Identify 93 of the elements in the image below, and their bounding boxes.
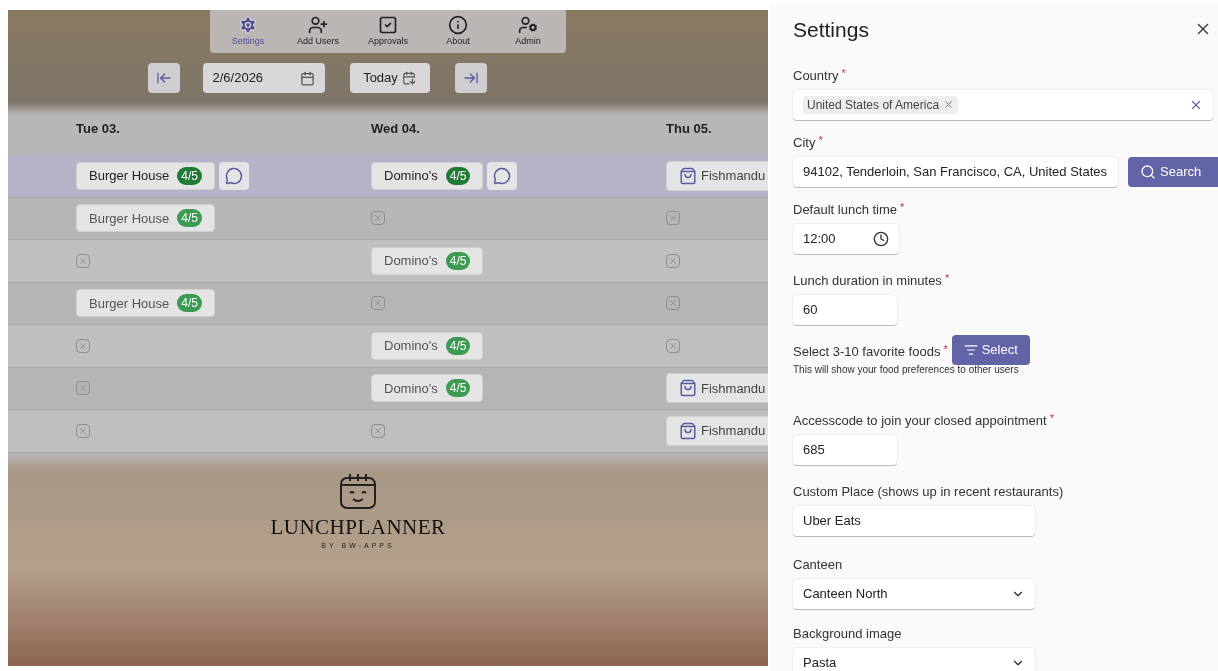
- hint-text: This will show your food preferences to other users: [793, 362, 1020, 377]
- schedule-row[interactable]: Fishmandu: [8, 410, 768, 453]
- required-asterisk: *: [900, 199, 905, 214]
- logo-wordmark: LUNCHPLANNER: [270, 516, 446, 538]
- empty-slot-icon[interactable]: [76, 423, 90, 438]
- city-field[interactable]: 94102, Tenderloin, San Francisco, CA, United States: [793, 156, 1118, 187]
- restaurant-chip[interactable]: Burger House 4/5: [76, 289, 215, 318]
- empty-slot-icon[interactable]: [371, 296, 385, 311]
- day-header: Tue 03.: [76, 120, 121, 139]
- country-tag[interactable]: United States of America: [803, 95, 959, 114]
- required-asterisk: *: [818, 132, 823, 147]
- nav-tab[interactable]: Approvals: [358, 10, 418, 53]
- participant-count: 4/5: [445, 336, 471, 355]
- restaurant-chip[interactable]: Burger House 4/5: [76, 204, 215, 233]
- search-icon: [1140, 163, 1156, 180]
- restaurant-chip[interactable]: Fishmandu: [666, 160, 768, 191]
- field-label: Custom Place (shows up in recent restaurants): [793, 482, 1064, 501]
- empty-slot-icon[interactable]: [371, 423, 385, 438]
- comment-button[interactable]: [218, 161, 249, 190]
- field-label: City: [793, 133, 816, 152]
- skip-forward-icon: [462, 70, 479, 86]
- country-field[interactable]: United States of America: [793, 89, 1213, 120]
- schedule-row[interactable]: Burger House 4/5 Domino's 4/5 Fishmandu: [8, 155, 768, 198]
- calendar-icon: [299, 70, 315, 86]
- dropdown[interactable]: Canteen North: [793, 578, 1035, 609]
- gear-icon: [238, 14, 258, 35]
- required-asterisk: *: [841, 65, 846, 80]
- field-label: Background image: [793, 624, 902, 643]
- participant-count: 4/5: [445, 379, 471, 398]
- chat-icon: [493, 166, 512, 185]
- chat-icon: [224, 166, 243, 185]
- clock-icon: [873, 230, 889, 247]
- field-label: Default lunch time: [793, 200, 898, 219]
- text-field[interactable]: Uber Eats: [793, 505, 1035, 536]
- panel-title: Settings: [793, 17, 869, 43]
- schedule-row[interactable]: Domino's 4/5: [8, 240, 768, 283]
- nav-tab[interactable]: Add Users: [288, 10, 348, 53]
- field-label: Accesscode to join your closed appointment: [793, 411, 1047, 430]
- field-label: Lunch duration in minutes: [793, 271, 942, 290]
- time-field[interactable]: 12:00: [793, 223, 899, 254]
- dropdown[interactable]: Pasta: [793, 647, 1035, 671]
- text-field[interactable]: 685: [793, 434, 897, 465]
- date-field[interactable]: 2/6/2026: [202, 63, 325, 93]
- restaurant-chip[interactable]: Fishmandu: [666, 373, 768, 404]
- nav-tab[interactable]: Settings: [218, 10, 278, 53]
- user-plus-icon: [308, 14, 328, 35]
- schedule-row[interactable]: Domino's 4/5: [8, 325, 768, 368]
- select-button[interactable]: Select: [951, 334, 1030, 365]
- nav-tab[interactable]: Admin: [498, 10, 558, 53]
- restaurant-chip[interactable]: Domino's 4/5: [371, 161, 484, 190]
- text-field[interactable]: 60: [793, 294, 897, 325]
- bag-icon: [679, 166, 697, 185]
- day-header: Thu 05.: [666, 120, 713, 139]
- empty-slot-icon[interactable]: [76, 338, 90, 353]
- empty-slot-icon[interactable]: [666, 211, 680, 226]
- previous-button[interactable]: [147, 63, 180, 93]
- restaurant-chip[interactable]: Domino's 4/5: [371, 331, 484, 360]
- empty-slot-icon[interactable]: [371, 211, 385, 226]
- field-label: Select 3-10 favorite foods: [793, 342, 941, 361]
- comment-button[interactable]: [487, 161, 518, 190]
- required-asterisk: *: [1049, 410, 1054, 425]
- user-gear-icon: [518, 14, 538, 35]
- info-icon: [448, 14, 468, 35]
- checked-box-icon: [378, 14, 398, 35]
- search-button[interactable]: Search: [1128, 156, 1218, 187]
- field-label: Country: [793, 66, 839, 85]
- empty-slot-icon[interactable]: [666, 338, 680, 353]
- empty-slot-icon[interactable]: [666, 253, 680, 268]
- next-button[interactable]: [454, 63, 487, 93]
- required-asterisk: *: [944, 270, 950, 285]
- empty-slot-icon[interactable]: [76, 381, 90, 396]
- required-asterisk: *: [943, 341, 948, 356]
- calendar-icon: [401, 71, 416, 85]
- skip-back-icon: [155, 70, 172, 86]
- day-header: Wed 04.: [371, 120, 421, 139]
- restaurant-chip[interactable]: Domino's 4/5: [371, 246, 484, 275]
- nav-tab[interactable]: About: [428, 10, 488, 53]
- restaurant-chip[interactable]: Fishmandu: [666, 415, 768, 446]
- participant-count: 4/5: [445, 166, 471, 185]
- empty-slot-icon[interactable]: [666, 296, 680, 311]
- today-button[interactable]: Today: [349, 63, 430, 93]
- field-label: Canteen: [793, 555, 843, 574]
- participant-count: 4/5: [177, 166, 202, 185]
- bag-icon: [679, 421, 697, 440]
- empty-slot-icon[interactable]: [76, 253, 90, 268]
- participant-count: 4/5: [177, 209, 202, 228]
- remove-icon[interactable]: [943, 99, 955, 110]
- participant-count: 4/5: [445, 251, 471, 270]
- restaurant-chip[interactable]: Burger House 4/5: [76, 161, 215, 190]
- bag-icon: [679, 379, 697, 398]
- participant-count: 4/5: [177, 294, 202, 313]
- filter-icon: [963, 342, 978, 357]
- restaurant-chip[interactable]: Domino's 4/5: [371, 374, 484, 403]
